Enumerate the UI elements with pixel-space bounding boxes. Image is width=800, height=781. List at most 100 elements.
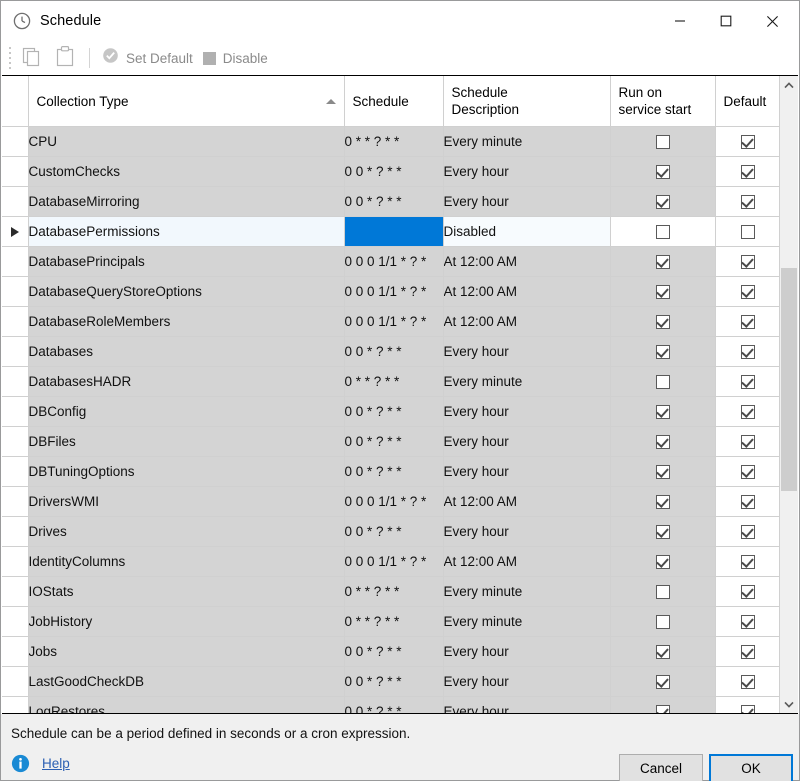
cell-schedule[interactable]: 0 0 * ? * * (344, 157, 443, 187)
minimize-button[interactable] (657, 1, 703, 41)
checkbox-checked-icon[interactable] (656, 465, 670, 479)
row-selector-cell[interactable] (2, 427, 28, 457)
scrollbar-thumb[interactable] (781, 268, 797, 490)
cell-default[interactable] (715, 487, 779, 517)
cell-description[interactable]: Every hour (443, 637, 610, 667)
cell-name[interactable]: DatabasePermissions (28, 217, 344, 247)
table-row[interactable]: DatabasePermissions Disabled (2, 217, 779, 247)
cell-schedule[interactable]: 0 0 * ? * * (344, 667, 443, 697)
cell-run-on-service-start[interactable] (610, 487, 715, 517)
row-selector-cell[interactable] (2, 697, 28, 714)
data-grid[interactable]: Collection Type Schedule Schedule Descri… (2, 76, 779, 713)
cell-run-on-service-start[interactable] (610, 697, 715, 714)
row-selector-cell[interactable] (2, 607, 28, 637)
checkbox-checked-icon[interactable] (741, 495, 755, 509)
cell-schedule[interactable]: 0 0 0 1/1 * ? * (344, 247, 443, 277)
cell-name[interactable]: DriversWMI (28, 487, 344, 517)
col-header-collection-type[interactable]: Collection Type (28, 76, 344, 127)
cell-run-on-service-start[interactable] (610, 277, 715, 307)
row-selector-cell[interactable] (2, 487, 28, 517)
checkbox-checked-icon[interactable] (656, 495, 670, 509)
cell-description[interactable]: Every minute (443, 607, 610, 637)
row-selector-cell[interactable] (2, 577, 28, 607)
checkbox-checked-icon[interactable] (741, 435, 755, 449)
cancel-button[interactable]: Cancel (619, 754, 703, 781)
table-row[interactable]: Jobs0 0 * ? * *Every hour (2, 637, 779, 667)
cell-run-on-service-start[interactable] (610, 517, 715, 547)
cell-default[interactable] (715, 697, 779, 714)
checkbox-checked-icon[interactable] (656, 405, 670, 419)
checkbox-checked-icon[interactable] (656, 255, 670, 269)
cell-name[interactable]: Drives (28, 517, 344, 547)
checkbox-checked-icon[interactable] (656, 165, 670, 179)
scroll-down-button[interactable] (780, 695, 798, 713)
table-row[interactable]: Databases0 0 * ? * *Every hour (2, 337, 779, 367)
cell-default[interactable] (715, 427, 779, 457)
cell-name[interactable]: DatabasePrincipals (28, 247, 344, 277)
cell-default[interactable] (715, 637, 779, 667)
cell-schedule[interactable]: 0 0 * ? * * (344, 457, 443, 487)
cell-run-on-service-start[interactable] (610, 307, 715, 337)
paste-button[interactable] (48, 43, 82, 73)
checkbox-checked-icon[interactable] (741, 195, 755, 209)
cell-default[interactable] (715, 217, 779, 247)
table-row[interactable]: JobHistory0 * * ? * *Every minute (2, 607, 779, 637)
checkbox-unchecked-icon[interactable] (741, 225, 755, 239)
table-row[interactable]: IdentityColumns0 0 0 1/1 * ? *At 12:00 A… (2, 547, 779, 577)
col-header-schedule[interactable]: Schedule (344, 76, 443, 127)
table-row[interactable]: CPU0 * * ? * *Every minute (2, 127, 779, 157)
row-selector-cell[interactable] (2, 277, 28, 307)
row-selector-cell[interactable] (2, 547, 28, 577)
row-selector-cell[interactable] (2, 517, 28, 547)
cell-name[interactable]: CPU (28, 127, 344, 157)
row-selector-cell[interactable] (2, 367, 28, 397)
cell-default[interactable] (715, 607, 779, 637)
cell-name[interactable]: Jobs (28, 637, 344, 667)
checkbox-checked-icon[interactable] (741, 165, 755, 179)
cell-description[interactable]: At 12:00 AM (443, 247, 610, 277)
checkbox-checked-icon[interactable] (741, 315, 755, 329)
row-selector-cell[interactable] (2, 157, 28, 187)
checkbox-checked-icon[interactable] (741, 405, 755, 419)
cell-description[interactable]: Every minute (443, 127, 610, 157)
cell-schedule[interactable]: 0 * * ? * * (344, 127, 443, 157)
checkbox-unchecked-icon[interactable] (656, 135, 670, 149)
table-row[interactable]: DBTuningOptions0 0 * ? * *Every hour (2, 457, 779, 487)
checkbox-checked-icon[interactable] (741, 675, 755, 689)
cell-schedule[interactable]: 0 0 * ? * * (344, 637, 443, 667)
cell-schedule[interactable]: 0 0 * ? * * (344, 697, 443, 714)
checkbox-checked-icon[interactable] (656, 525, 670, 539)
cell-schedule[interactable]: 0 0 0 1/1 * ? * (344, 277, 443, 307)
cell-schedule[interactable]: 0 0 * ? * * (344, 427, 443, 457)
cell-name[interactable]: LastGoodCheckDB (28, 667, 344, 697)
cell-description[interactable]: At 12:00 AM (443, 487, 610, 517)
drag-grip[interactable] (5, 47, 14, 69)
checkbox-checked-icon[interactable] (741, 645, 755, 659)
row-selector-cell[interactable] (2, 457, 28, 487)
cell-schedule[interactable]: 0 0 * ? * * (344, 337, 443, 367)
table-row[interactable]: DriversWMI0 0 0 1/1 * ? *At 12:00 AM (2, 487, 779, 517)
close-button[interactable] (749, 1, 795, 41)
cell-default[interactable] (715, 457, 779, 487)
cell-description[interactable]: Every hour (443, 397, 610, 427)
table-row[interactable]: DatabasePrincipals0 0 0 1/1 * ? *At 12:0… (2, 247, 779, 277)
cell-default[interactable] (715, 367, 779, 397)
checkbox-checked-icon[interactable] (656, 345, 670, 359)
row-selector-cell[interactable] (2, 667, 28, 697)
cell-description[interactable]: Every hour (443, 337, 610, 367)
cell-default[interactable] (715, 547, 779, 577)
checkbox-checked-icon[interactable] (741, 705, 755, 713)
checkbox-checked-icon[interactable] (741, 555, 755, 569)
row-selector-cell[interactable] (2, 307, 28, 337)
cell-description[interactable]: Every minute (443, 577, 610, 607)
checkbox-checked-icon[interactable] (656, 285, 670, 299)
cell-default[interactable] (715, 337, 779, 367)
cell-description[interactable]: Disabled (443, 217, 610, 247)
cell-name[interactable]: DatabaseQueryStoreOptions (28, 277, 344, 307)
table-row[interactable]: DatabaseQueryStoreOptions0 0 0 1/1 * ? *… (2, 277, 779, 307)
row-selector-cell[interactable] (2, 397, 28, 427)
cell-run-on-service-start[interactable] (610, 337, 715, 367)
cell-run-on-service-start[interactable] (610, 397, 715, 427)
cell-default[interactable] (715, 307, 779, 337)
cell-default[interactable] (715, 397, 779, 427)
